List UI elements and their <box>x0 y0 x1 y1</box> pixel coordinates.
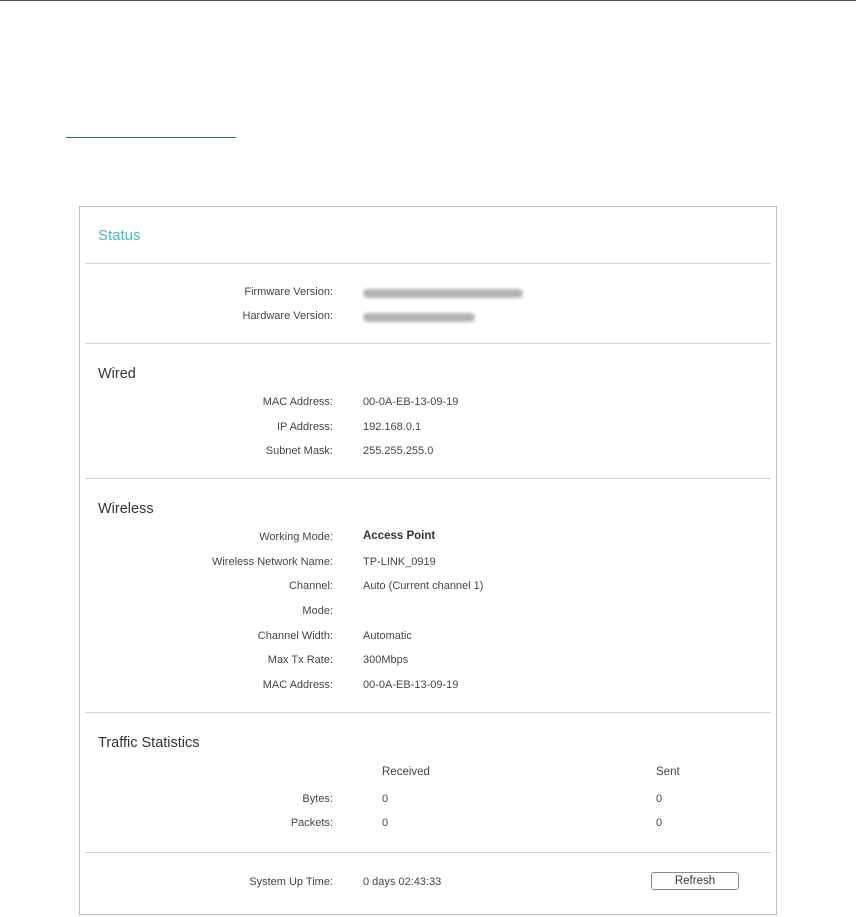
packets-received-value: 0 <box>382 817 389 829</box>
system-up-time-value: 0 days 02:43:33 <box>363 876 442 888</box>
hardware-version-value-redacted <box>363 313 475 322</box>
packets-sent-value: 0 <box>656 817 663 829</box>
channel-width-value: Automatic <box>363 630 412 642</box>
channel-label: Channel: <box>288 580 333 592</box>
hardware-version-label: Hardware Version: <box>242 310 334 322</box>
refresh-button[interactable]: Refresh <box>651 872 739 890</box>
divider <box>85 712 771 713</box>
working-mode-value: Access Point <box>363 530 436 542</box>
panel-title: Status <box>98 227 141 244</box>
network-name-value: TP-LINK_0919 <box>363 556 436 568</box>
status-panel: Status Firmware Version: Hardware Versio… <box>79 206 777 915</box>
wired-subnet-value: 255.255.255.0 <box>363 445 434 457</box>
bytes-sent-value: 0 <box>656 793 663 805</box>
network-name-label: Wireless Network Name: <box>211 556 333 568</box>
bytes-received-value: 0 <box>382 793 389 805</box>
system-up-time-label: System Up Time: <box>249 876 333 888</box>
mode-label: Mode: <box>302 605 333 617</box>
max-tx-rate-value: 300Mbps <box>363 654 409 666</box>
channel-value: Auto (Current channel 1) <box>363 580 484 592</box>
section-title-wireless: Wireless <box>98 501 154 517</box>
top-rule <box>0 0 856 1</box>
wired-mac-label: MAC Address: <box>262 396 333 408</box>
working-mode-label: Working Mode: <box>259 531 333 543</box>
wired-mac-value: 00-0A-EB-13-09-19 <box>363 396 459 408</box>
section-title-wired: Wired <box>98 366 136 382</box>
firmware-version-label: Firmware Version: <box>244 286 333 298</box>
bytes-label: Bytes: <box>302 793 333 805</box>
wired-subnet-label: Subnet Mask: <box>265 445 333 457</box>
link-underline <box>66 137 236 138</box>
divider <box>85 263 771 264</box>
firmware-version-value-redacted <box>363 289 523 298</box>
divider <box>85 852 771 853</box>
column-header-sent: Sent <box>656 766 680 778</box>
wired-ip-label: IP Address: <box>276 421 333 433</box>
packets-label: Packets: <box>290 817 333 829</box>
max-tx-rate-label: Max Tx Rate: <box>267 654 333 666</box>
section-title-traffic-statistics: Traffic Statistics <box>98 735 200 751</box>
wired-ip-value: 192.168.0.1 <box>363 421 422 433</box>
channel-width-label: Channel Width: <box>257 630 333 642</box>
divider <box>85 343 771 344</box>
column-header-received: Received <box>382 766 430 778</box>
wireless-mac-label: MAC Address: <box>262 679 333 691</box>
divider <box>85 478 771 479</box>
wireless-mac-value: 00-0A-EB-13-09-19 <box>363 679 459 691</box>
